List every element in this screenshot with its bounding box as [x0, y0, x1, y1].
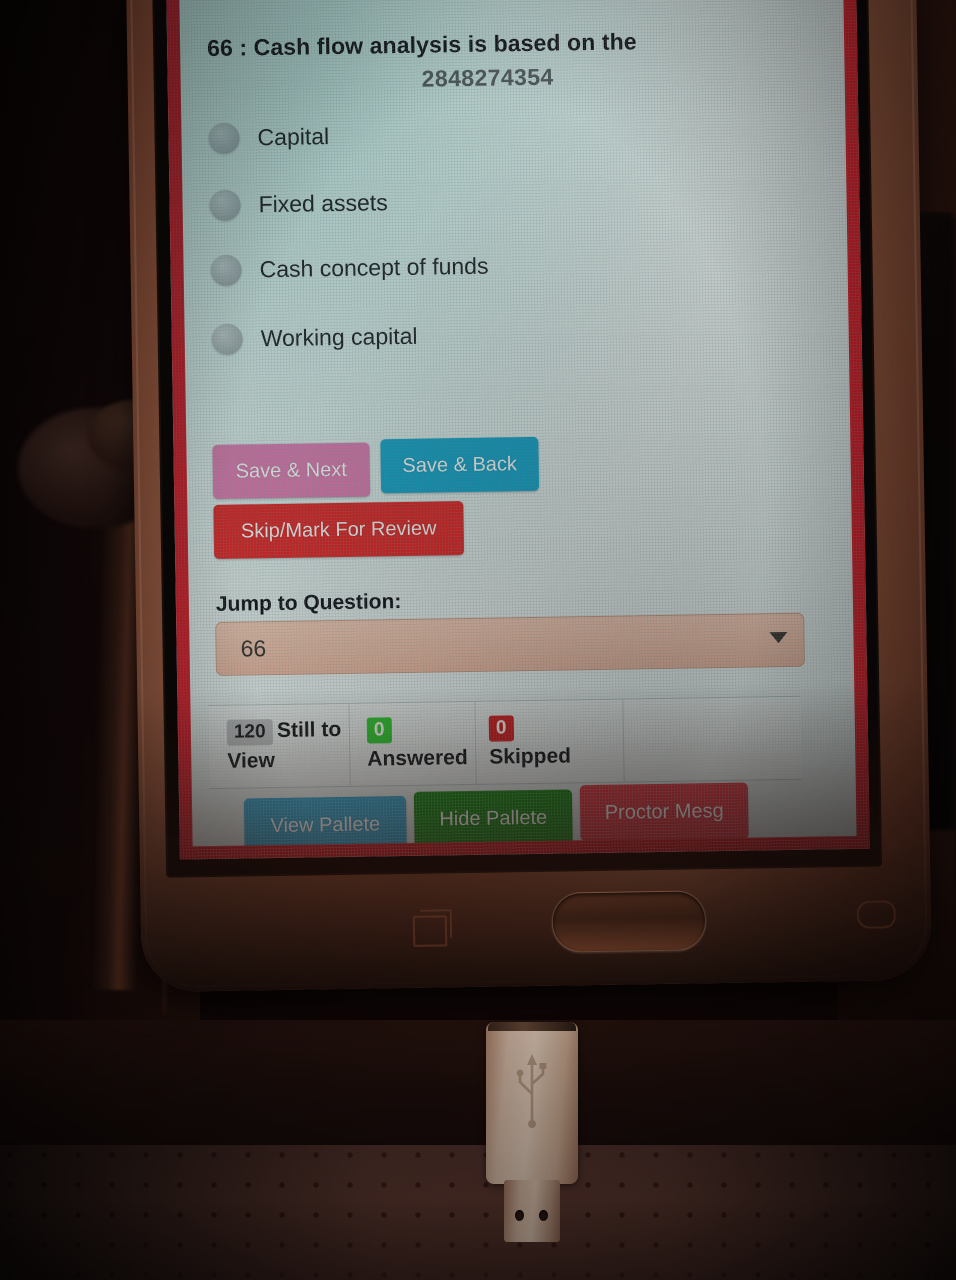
home-button[interactable] [551, 890, 707, 953]
background-fabric-shading [0, 1145, 956, 1280]
usb-trident-icon [516, 1054, 547, 1128]
usb-hole-right [539, 1210, 548, 1221]
background-table-surface [0, 1020, 956, 1150]
phone-bottom-shading [137, 679, 932, 993]
phone-body: 66 : Cash flow analysis is based on the … [126, 0, 932, 993]
usb-hole-left [515, 1210, 524, 1221]
usb-cable [515, 1240, 549, 1280]
photo-scene: 66 : Cash flow analysis is based on the … [0, 0, 956, 1280]
recents-icon[interactable] [412, 907, 456, 947]
back-icon[interactable] [856, 896, 900, 933]
usb-neck [504, 1180, 560, 1242]
usb-shell-tip [488, 1022, 576, 1031]
usb-connector [486, 1022, 578, 1280]
